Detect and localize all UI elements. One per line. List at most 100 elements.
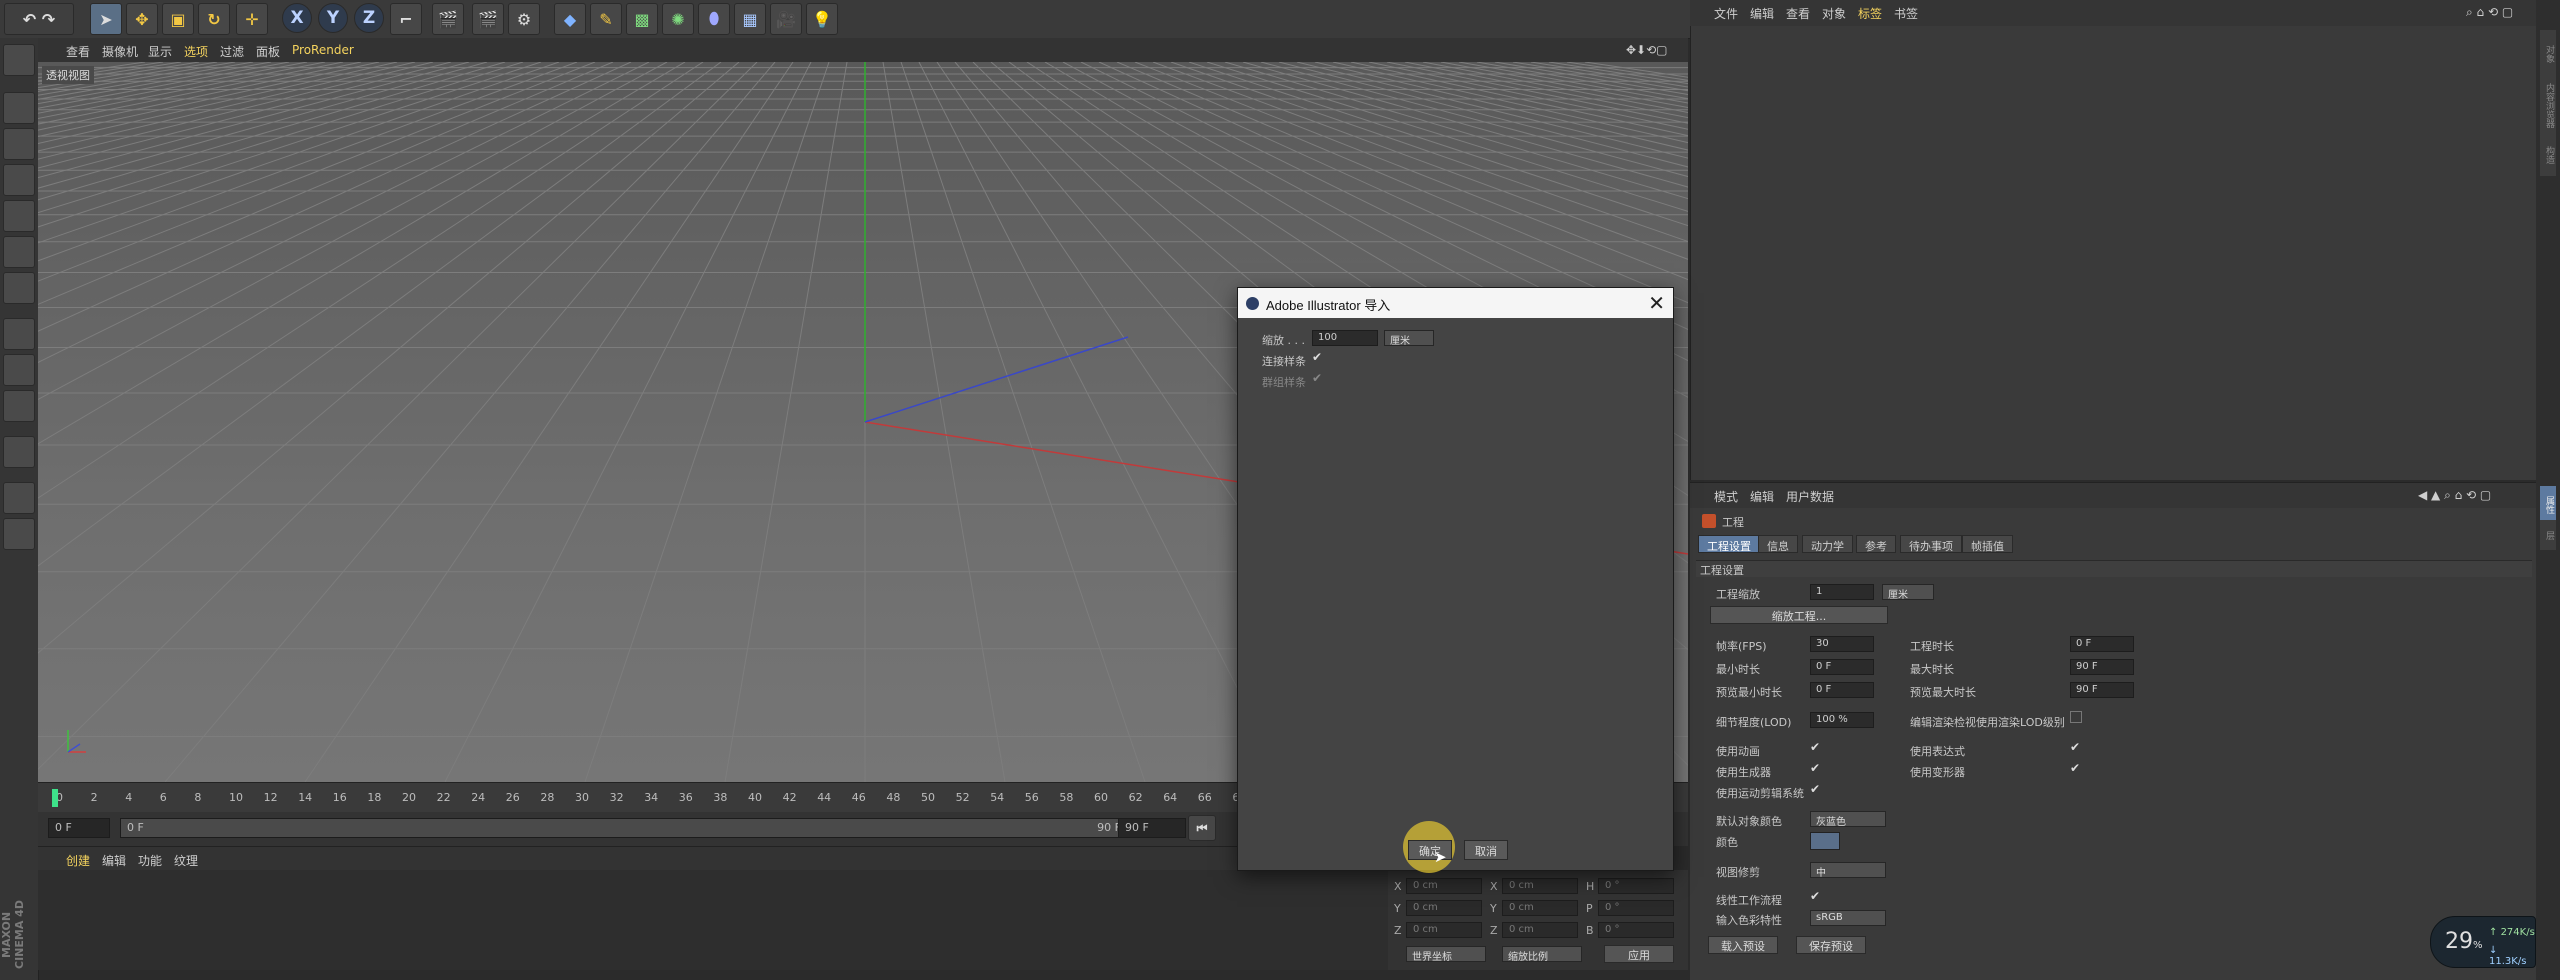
viewport-nav-icon[interactable]: ✥⬇⟲▢ (1626, 43, 1668, 57)
y-axis-icon[interactable]: Y (318, 3, 348, 33)
input-color-dropdown[interactable]: sRGB (1810, 910, 1886, 926)
light-icon[interactable]: 💡 (806, 3, 838, 35)
menu-panel[interactable]: 面板 (256, 43, 280, 60)
pen-icon[interactable]: ✎ (590, 3, 622, 35)
coordinate-system-icon[interactable]: ⌐ (390, 3, 422, 35)
save-preset-button[interactable]: 保存预设 (1796, 936, 1866, 954)
workplane-icon[interactable] (3, 164, 35, 196)
default-color-dropdown[interactable]: 灰蓝色 (1810, 811, 1886, 828)
menu-objects[interactable]: 对象 (1822, 5, 1846, 22)
tab-info[interactable]: 信息 (1758, 535, 1798, 553)
tab-todo[interactable]: 待办事项 (1900, 535, 1962, 553)
tab-content-browser[interactable]: 内容浏览器 (2540, 76, 2556, 134)
menu-display[interactable]: 显示 (148, 43, 172, 60)
use-deformers-checkbox[interactable]: ✔ (2070, 761, 2080, 775)
linear-workflow-checkbox[interactable]: ✔ (1810, 889, 1820, 903)
start-frame-field[interactable]: 0 F (48, 818, 110, 838)
menu-tags[interactable]: 标签 (1858, 5, 1882, 22)
undo-redo-icon[interactable]: ↶ ↷ (4, 3, 74, 35)
menu-view[interactable]: 查看 (1786, 5, 1810, 22)
menu-options[interactable]: 选项 (184, 43, 208, 60)
frame-range-slider[interactable]: 0 F 90 F (120, 818, 1140, 838)
dialog-titlebar[interactable]: Adobe Illustrator 导入 ✕ (1238, 288, 1673, 318)
cube-icon[interactable]: ◆ (554, 3, 586, 35)
coord-field[interactable]: 0 ° (1598, 900, 1674, 916)
menu-edit[interactable]: 编辑 (1750, 5, 1774, 22)
lock-workplane-icon[interactable] (3, 482, 35, 514)
fps-field[interactable]: 30 (1810, 636, 1874, 652)
connect-splines-checkbox[interactable]: ✔ (1312, 350, 1322, 364)
make-editable-icon[interactable] (3, 44, 35, 76)
clipping-dropdown[interactable]: 中 (1810, 862, 1886, 879)
move-icon[interactable]: ✥ (126, 3, 158, 35)
menu-user-data[interactable]: 用户数据 (1786, 488, 1834, 505)
playhead-marker[interactable] (52, 789, 58, 807)
project-length-field[interactable]: 0 F (2070, 636, 2134, 652)
tab-frame-interpolation[interactable]: 帧插值 (1962, 535, 2013, 553)
polygons-mode-icon[interactable] (3, 272, 35, 304)
menu-mode[interactable]: 模式 (1714, 488, 1738, 505)
lod-field[interactable]: 100 % (1810, 712, 1874, 728)
tab-reference[interactable]: 参考 (1856, 535, 1896, 553)
x-axis-icon[interactable]: X (282, 3, 312, 33)
tab-layers[interactable]: 层 (2540, 520, 2556, 550)
menu-edit[interactable]: 编辑 (1750, 488, 1774, 505)
points-mode-icon[interactable] (3, 200, 35, 232)
scale-project-button[interactable]: 缩放工程... (1710, 606, 1888, 624)
color-swatch[interactable] (1810, 832, 1840, 850)
menu-prorender[interactable]: ProRender (292, 43, 354, 57)
render-lod-checkbox[interactable] (2070, 711, 2082, 723)
object-search-icon[interactable]: ⌕ ⌂ ⟲ ▢ (2466, 5, 2513, 20)
preview-max-field[interactable]: 90 F (2070, 682, 2134, 698)
menu-function[interactable]: 功能 (138, 852, 162, 869)
subdivision-icon[interactable]: ▩ (626, 3, 658, 35)
scale-icon[interactable]: ▣ (162, 3, 194, 35)
tweak-icon[interactable] (3, 354, 35, 386)
min-length-field[interactable]: 0 F (1810, 659, 1874, 675)
use-motion-system-checkbox[interactable]: ✔ (1810, 782, 1820, 796)
project-scale-unit-dropdown[interactable]: 厘米 (1882, 584, 1934, 601)
magnet-icon[interactable] (3, 436, 35, 468)
coord-field[interactable]: 0 ° (1598, 922, 1674, 938)
menu-edit[interactable]: 编辑 (102, 852, 126, 869)
menu-view[interactable]: 查看 (66, 43, 90, 60)
coord-field[interactable]: 0 cm (1406, 878, 1482, 894)
project-scale-field[interactable]: 1 (1810, 584, 1874, 600)
close-icon[interactable]: ✕ (1648, 291, 1665, 315)
last-tool-icon[interactable]: ✛ (236, 3, 268, 35)
go-to-start-icon[interactable]: ⏮ (1188, 815, 1216, 841)
cancel-button[interactable]: 取消 (1464, 840, 1508, 860)
texture-mode-icon[interactable] (3, 128, 35, 160)
use-expressions-checkbox[interactable]: ✔ (2070, 740, 2080, 754)
render-picture-viewer-icon[interactable]: 🎬 (472, 3, 504, 35)
render-view-icon[interactable]: 🎬 (432, 3, 464, 35)
coord-field[interactable]: 0 cm (1502, 900, 1578, 916)
coord-field[interactable]: 0 cm (1406, 900, 1482, 916)
coord-field[interactable]: 0 cm (1502, 878, 1578, 894)
group-splines-checkbox[interactable]: ✔ (1312, 371, 1322, 385)
tab-structure[interactable]: 构造 (2540, 134, 2556, 176)
edges-mode-icon[interactable] (3, 236, 35, 268)
material-area[interactable] (38, 870, 1388, 970)
scale-mode-dropdown[interactable]: 缩放比例 (1502, 946, 1582, 963)
menu-file[interactable]: 文件 (1714, 5, 1738, 22)
apply-button[interactable]: 应用 (1604, 945, 1674, 963)
menu-texture[interactable]: 纹理 (174, 852, 198, 869)
menu-cameras[interactable]: 摄像机 (102, 43, 138, 60)
select-arrow-icon[interactable]: ➤ (90, 3, 122, 35)
scale-unit-dropdown[interactable]: 厘米 (1384, 330, 1434, 347)
use-animation-checkbox[interactable]: ✔ (1810, 740, 1820, 754)
tab-dynamics[interactable]: 动力学 (1802, 535, 1853, 553)
snap-icon[interactable] (3, 390, 35, 422)
coord-field[interactable]: 0 cm (1502, 922, 1578, 938)
coord-field[interactable]: 0 ° (1598, 878, 1674, 894)
attribute-nav-icon[interactable]: ◀ ▲ ⌕ ⌂ ⟲ ▢ (2418, 488, 2491, 503)
coord-field[interactable]: 0 cm (1406, 922, 1482, 938)
tab-project-settings[interactable]: 工程设置 (1698, 535, 1760, 553)
axis-icon[interactable] (3, 318, 35, 350)
preview-min-field[interactable]: 0 F (1810, 682, 1874, 698)
world-coords-dropdown[interactable]: 世界坐标 (1406, 946, 1486, 963)
load-preset-button[interactable]: 载入预设 (1708, 936, 1778, 954)
use-generators-checkbox[interactable]: ✔ (1810, 761, 1820, 775)
tab-attributes[interactable]: 属性 (2540, 486, 2556, 524)
